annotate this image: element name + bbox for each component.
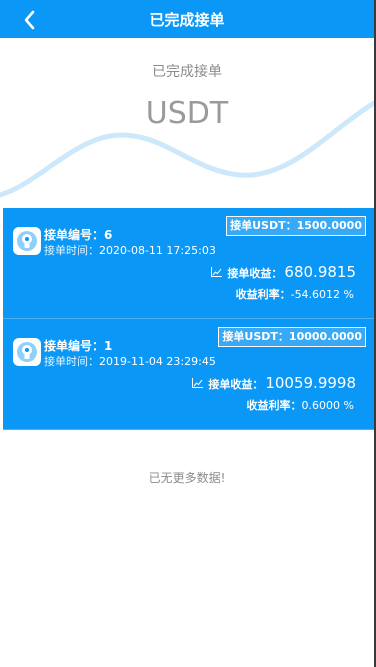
order-income: 接单收益： 680.9815 — [211, 263, 356, 281]
order-income-value: 680.9815 — [284, 263, 356, 281]
lightbulb-icon — [13, 227, 41, 255]
order-amount-badge: 接单USDT：10000.0000 — [218, 327, 366, 347]
order-number-label: 接单编号： — [44, 228, 105, 242]
hero-currency: USDT — [145, 96, 229, 131]
no-more-data-text: 已无更多数据! — [148, 471, 226, 485]
order-card[interactable]: 接单编号：1 接单时间：2019-11-04 23:29:45 接单USDT：1… — [3, 319, 374, 430]
order-list: 接单编号：6 接单时间：2020-08-11 17:25:03 接单USDT：1… — [3, 208, 374, 430]
order-number-value: 6 — [104, 228, 113, 242]
line-chart-icon — [192, 378, 204, 388]
order-income: 接单收益： 10059.9998 — [192, 374, 356, 392]
order-time-value: 2020-08-11 17:25:03 — [99, 244, 216, 257]
back-button[interactable] — [16, 8, 44, 32]
chevron-left-icon — [24, 10, 35, 30]
lightbulb-icon — [13, 338, 41, 366]
order-rate-value: 0.6000 % — [301, 399, 354, 412]
order-rate-label: 收益利率： — [246, 399, 302, 412]
order-rate-value: -54.6012 % — [290, 288, 354, 301]
top-bar: 已完成接单 — [0, 0, 374, 38]
order-rate: 收益利率：0.6000 % — [247, 397, 354, 413]
order-number-value: 1 — [104, 339, 113, 353]
order-rate-label: 收益利率： — [235, 288, 291, 301]
line-chart-icon — [211, 267, 223, 277]
order-rate: 收益利率：-54.6012 % — [236, 286, 354, 302]
order-time-value: 2019-11-04 23:29:45 — [99, 355, 216, 368]
hero-banner: 已完成接单 USDT — [0, 38, 374, 206]
order-number: 接单编号：6 — [44, 226, 112, 243]
order-time: 接单时间：2020-08-11 17:25:03 — [44, 242, 216, 258]
order-income-label: 接单收益： — [208, 378, 264, 391]
order-number: 接单编号：1 — [44, 337, 112, 354]
hero-subtitle: 已完成接单 — [152, 64, 222, 80]
order-card[interactable]: 接单编号：6 接单时间：2020-08-11 17:25:03 接单USDT：1… — [3, 208, 374, 319]
order-time-label: 接单时间： — [44, 355, 99, 368]
order-time-label: 接单时间： — [44, 244, 99, 257]
order-number-label: 接单编号： — [44, 339, 105, 353]
page-title: 已完成接单 — [149, 10, 225, 29]
order-income-value: 10059.9998 — [265, 374, 356, 392]
order-time: 接单时间：2019-11-04 23:29:45 — [44, 353, 216, 369]
order-income-label: 接单收益： — [227, 267, 283, 280]
order-amount-badge: 接单USDT：1500.0000 — [226, 216, 366, 236]
